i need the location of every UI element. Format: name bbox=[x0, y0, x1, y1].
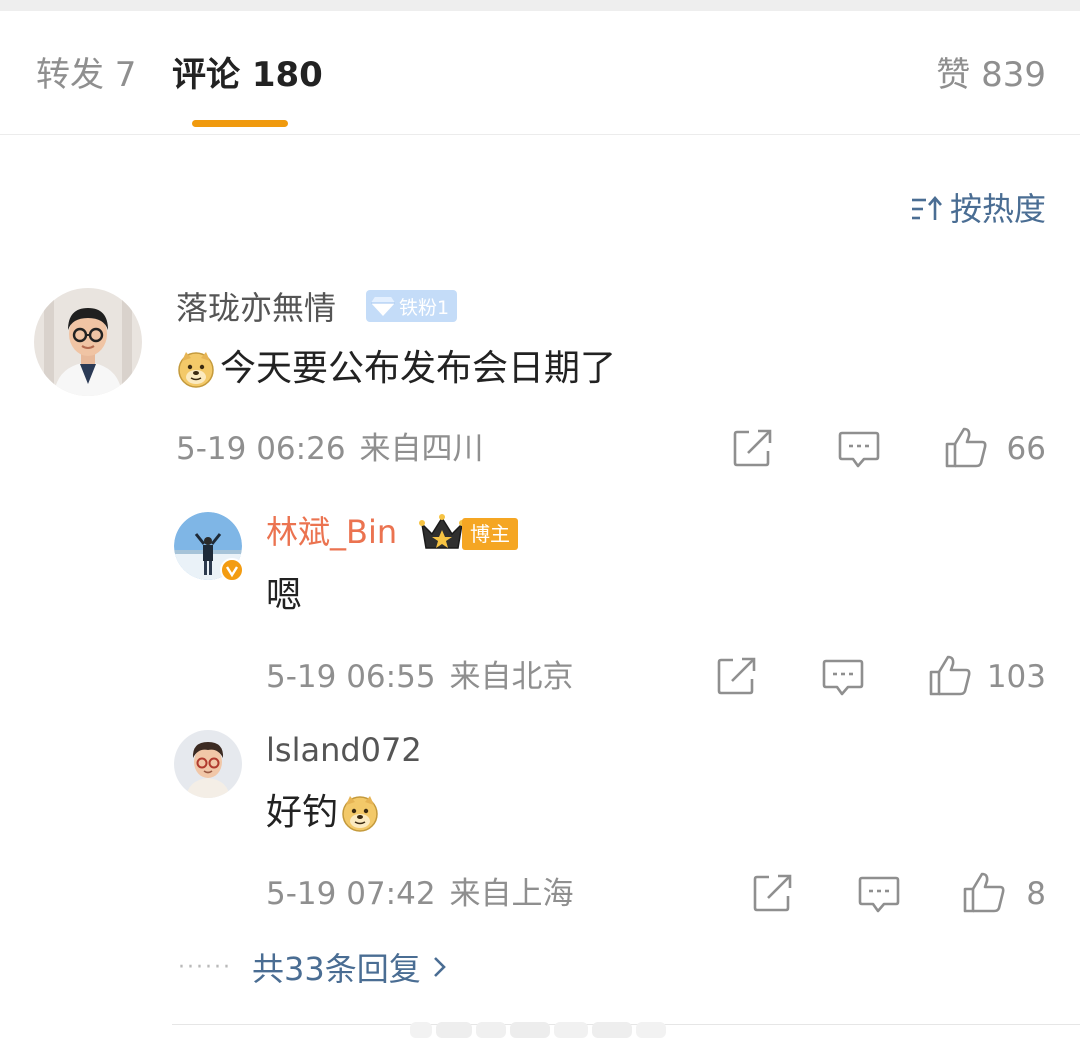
active-tab-indicator bbox=[192, 120, 288, 127]
avatar[interactable] bbox=[34, 288, 142, 396]
blogger-badge: 博主 bbox=[462, 518, 518, 550]
sort-label: 按热度 bbox=[949, 190, 1046, 228]
share-icon[interactable] bbox=[716, 656, 758, 700]
like-count: 103 bbox=[986, 659, 1046, 695]
tab-reposts[interactable]: 转发 7 bbox=[36, 55, 136, 95]
like-icon[interactable] bbox=[944, 425, 988, 473]
comment-text: 今天要公布发布会日期了 bbox=[176, 346, 616, 392]
reply-meta: 5-19 07:42 来自上海 bbox=[266, 874, 574, 914]
diamond-icon bbox=[371, 297, 395, 316]
reply-location: 来自北京 bbox=[449, 659, 574, 695]
comment-meta: 5-19 06:26 来自四川 bbox=[176, 429, 484, 469]
avatar[interactable] bbox=[174, 512, 244, 582]
comment-icon[interactable] bbox=[858, 873, 900, 919]
chevron-right-icon bbox=[433, 957, 446, 977]
share-icon[interactable] bbox=[752, 873, 794, 917]
like-count: 8 bbox=[1026, 876, 1046, 912]
comment-time: 5-19 06:26 bbox=[176, 431, 346, 467]
comment-location: 来自四川 bbox=[359, 431, 484, 467]
reply-username-blogger[interactable]: 林斌_Bin bbox=[266, 512, 397, 552]
more-replies-label: 共33条回复 bbox=[251, 950, 421, 988]
sort-lines-icon bbox=[911, 196, 942, 220]
reply-text-content: 好钓 bbox=[266, 792, 339, 833]
comment-text-content: 今天要公布发布会日期了 bbox=[220, 348, 617, 389]
doge-emoji-icon bbox=[178, 352, 214, 388]
more-replies-link[interactable]: ······ 共33条回复 bbox=[178, 944, 449, 990]
tab-comments[interactable]: 评论 180 bbox=[172, 55, 323, 95]
comment-username[interactable]: 落珑亦無情 bbox=[176, 288, 336, 328]
tab-bar: 转发 7 评论 180 赞 839 bbox=[0, 11, 1080, 135]
ellipsis-dots: ······ bbox=[178, 954, 232, 980]
avatar[interactable] bbox=[174, 730, 242, 798]
reply-text: 好钓 bbox=[266, 790, 380, 836]
watermark-blur bbox=[410, 1016, 670, 1042]
sort-by-heat-button[interactable]: 按热度 bbox=[910, 188, 1046, 230]
doge-emoji-icon bbox=[342, 796, 378, 832]
fan-level-badge[interactable]: 铁粉1 bbox=[366, 290, 458, 322]
verified-badge-icon bbox=[220, 558, 244, 582]
reply-text-content: 嗯 bbox=[266, 575, 303, 616]
comment-icon[interactable] bbox=[822, 656, 864, 702]
reply-time: 5-19 06:55 bbox=[266, 659, 436, 695]
reply-text: 嗯 bbox=[266, 573, 302, 619]
reply-username[interactable]: lsland072 bbox=[266, 730, 422, 770]
fan-badge-label: 铁粉1 bbox=[399, 296, 450, 319]
crown-icon bbox=[418, 512, 466, 556]
comment-icon[interactable] bbox=[838, 428, 880, 474]
like-count: 66 bbox=[1006, 431, 1046, 467]
reply-time: 5-19 07:42 bbox=[266, 876, 436, 912]
like-icon[interactable] bbox=[962, 870, 1006, 918]
top-strip bbox=[0, 0, 1080, 11]
share-icon[interactable] bbox=[732, 428, 774, 472]
like-icon[interactable] bbox=[928, 653, 972, 701]
reply-location: 来自上海 bbox=[449, 876, 574, 912]
reply-meta: 5-19 06:55 来自北京 bbox=[266, 657, 574, 697]
tab-likes[interactable]: 赞 839 bbox=[936, 55, 1046, 95]
